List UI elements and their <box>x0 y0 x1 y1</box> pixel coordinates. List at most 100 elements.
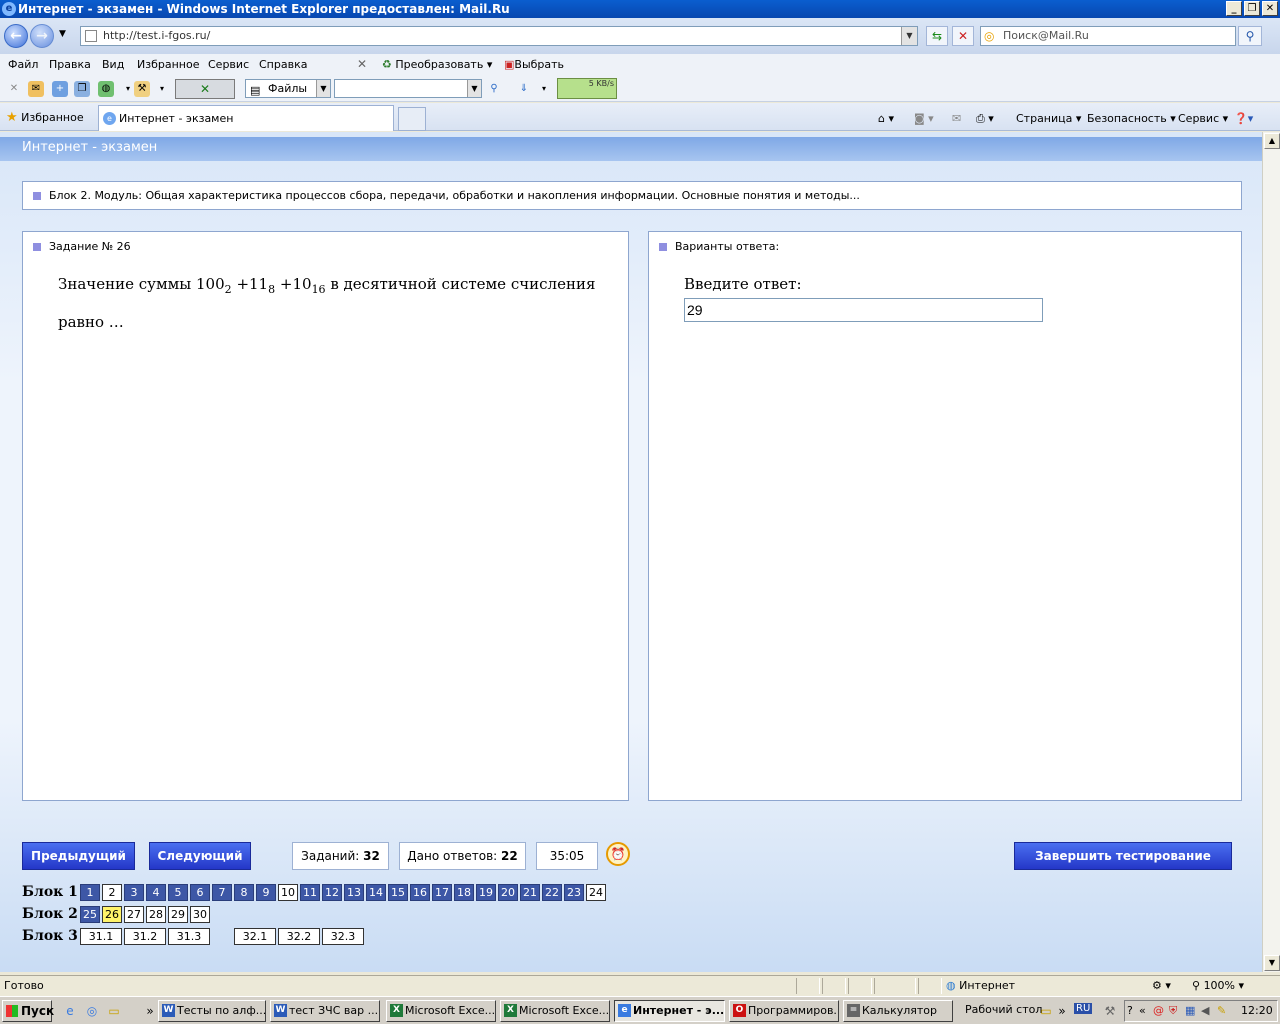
volume-icon[interactable]: ◀ <box>1201 1001 1209 1021</box>
add-icon[interactable]: + <box>52 81 68 97</box>
task-cell[interactable]: 16 <box>410 883 430 901</box>
stop-button[interactable]: ✕ <box>952 26 974 46</box>
task-cell[interactable]: 22 <box>542 883 562 901</box>
task-cell[interactable]: 32.1 <box>234 927 276 945</box>
task-cell[interactable]: 4 <box>146 883 166 901</box>
task-cell[interactable]: 23 <box>564 883 584 901</box>
task-cell[interactable]: 5 <box>168 883 188 901</box>
read-mail-icon[interactable]: ✉ <box>952 112 961 125</box>
search-button[interactable]: ⚲ <box>1238 26 1262 46</box>
task-cell[interactable]: 31.1 <box>80 927 122 945</box>
choose-button[interactable]: ▣Выбрать <box>504 58 564 71</box>
tray-expand-icon[interactable]: « <box>1139 1001 1146 1021</box>
vertical-scrollbar[interactable]: ▲ ▼ <box>1262 132 1280 972</box>
dropdown-icon[interactable]: ▾ <box>536 81 552 97</box>
task-cell[interactable]: 8 <box>234 883 254 901</box>
next-button[interactable]: Следующий <box>149 842 251 870</box>
convert-button[interactable]: ♻ Преобразовать ▾ <box>382 58 492 71</box>
forward-button[interactable]: → <box>30 24 54 48</box>
feeds-icon[interactable]: ◙ ▾ <box>914 112 934 125</box>
tools-icon[interactable]: ⚒ <box>134 81 150 97</box>
antivirus-icon[interactable]: ⛨ <box>1169 1001 1177 1021</box>
task-cell[interactable]: 9 <box>256 883 276 901</box>
tools-menu[interactable]: Сервис ▾ <box>1178 112 1228 125</box>
refresh-button[interactable]: ⇆ <box>926 26 948 46</box>
finish-test-button[interactable]: Завершить тестирование <box>1014 842 1232 870</box>
answer-input[interactable] <box>684 298 1043 322</box>
scroll-down-icon[interactable]: ▼ <box>1264 955 1280 971</box>
menu-edit[interactable]: Правка <box>49 58 91 71</box>
quicklaunch-folder-icon[interactable]: ▭ <box>106 1003 122 1019</box>
task-cell[interactable]: 13 <box>344 883 364 901</box>
previous-button[interactable]: Предыдущий <box>22 842 135 870</box>
task-cell[interactable]: 32.2 <box>278 927 320 945</box>
zoom-control[interactable]: ⚲ 100% ▾ <box>1192 976 1244 995</box>
start-button[interactable]: Пуск <box>2 1000 54 1022</box>
close-toolbar-icon[interactable]: ✕ <box>357 57 367 71</box>
download-icon[interactable]: ⇓ <box>516 81 532 97</box>
menu-file[interactable]: Файл <box>8 58 38 71</box>
task-cell[interactable]: 26 <box>102 905 122 923</box>
quicklaunch-more-icon[interactable]: » <box>142 1003 158 1019</box>
taskbar-button[interactable]: = Калькулятор <box>843 1000 953 1022</box>
print-icon[interactable]: ⎙ ▾ <box>976 112 994 126</box>
page-menu[interactable]: Страница ▾ <box>1016 112 1081 125</box>
task-cell[interactable]: 27 <box>124 905 144 923</box>
quicklaunch-browser-icon[interactable]: ◎ <box>84 1003 100 1019</box>
new-tab-button[interactable] <box>398 107 426 131</box>
task-cell[interactable]: 17 <box>432 883 452 901</box>
search-input[interactable]: ◎ Поиск@Mail.Ru <box>980 26 1236 46</box>
menu-tools[interactable]: Сервис <box>208 58 249 71</box>
query-dropdown[interactable]: ▼ <box>334 79 482 98</box>
globe-icon[interactable]: ◍ <box>98 81 114 97</box>
address-bar[interactable]: http://test.i-fgos.ru/ ▼ <box>80 26 918 46</box>
safety-menu[interactable]: Безопасность ▾ <box>1087 112 1176 125</box>
task-cell[interactable]: 11 <box>300 883 320 901</box>
task-cell[interactable]: 19 <box>476 883 496 901</box>
history-dropdown-icon[interactable]: ▼ <box>59 29 66 39</box>
task-cell[interactable]: 24 <box>586 883 606 901</box>
task-cell[interactable]: 31.3 <box>168 927 210 945</box>
task-cell[interactable]: 25 <box>80 905 100 923</box>
taskbar-button[interactable]: X Microsoft Exce... <box>386 1000 496 1022</box>
network-icon[interactable]: ▦ <box>1185 1001 1195 1021</box>
restore-button[interactable]: ❐ <box>1244 1 1260 16</box>
desktop-folder-icon[interactable]: ▭ <box>1038 1003 1054 1019</box>
task-cell[interactable]: 21 <box>520 883 540 901</box>
taskbar-button[interactable]: e Интернет - э... <box>614 1000 725 1022</box>
task-cell[interactable]: 6 <box>190 883 210 901</box>
search-icon[interactable]: ⚲ <box>486 81 502 97</box>
menu-favorites[interactable]: Избранное <box>137 58 199 71</box>
mail-icon[interactable]: ✉ <box>28 81 44 97</box>
taskbar-button[interactable]: X Microsoft Exce... <box>500 1000 610 1022</box>
task-cell[interactable]: 31.2 <box>124 927 166 945</box>
cancel-download-button[interactable]: ✕ <box>175 79 235 99</box>
task-cell[interactable]: 32.3 <box>322 927 364 945</box>
taskbar-button[interactable]: Wтест ЗЧС вар ... <box>270 1000 380 1022</box>
favorites-button[interactable]: ★ Избранное <box>6 110 84 125</box>
home-icon[interactable]: ⌂ ▾ <box>878 112 894 125</box>
more-icon[interactable]: » <box>1054 1003 1070 1019</box>
task-cell[interactable]: 29 <box>168 905 188 923</box>
task-cell[interactable]: 14 <box>366 883 386 901</box>
tab-active[interactable]: e Интернет - экзамен <box>98 105 394 131</box>
protected-mode-icon[interactable]: ⚙ ▾ <box>1152 976 1171 995</box>
close-button[interactable]: ✕ <box>1262 1 1278 16</box>
task-cell[interactable]: 20 <box>498 883 518 901</box>
task-cell[interactable]: 28 <box>146 905 166 923</box>
tools-tray-icon[interactable]: ⚒ <box>1102 1003 1118 1019</box>
files-dropdown[interactable]: ▤ Файлы ▼ <box>245 79 331 98</box>
task-cell[interactable]: 1 <box>80 883 100 901</box>
dropdown-icon[interactable]: ▾ <box>154 81 170 97</box>
task-cell[interactable]: 3 <box>124 883 144 901</box>
taskbar-button[interactable]: O Программиров... <box>729 1000 839 1022</box>
help-icon[interactable]: ❓▾ <box>1234 112 1253 125</box>
close-icon[interactable]: ✕ <box>6 81 22 97</box>
clock[interactable]: 12:20 <box>1241 1001 1273 1021</box>
task-cell[interactable]: 12 <box>322 883 342 901</box>
menu-help[interactable]: Справка <box>259 58 307 71</box>
task-cell[interactable]: 7 <box>212 883 232 901</box>
tray-tool-icon[interactable]: ✎ <box>1217 1001 1226 1021</box>
taskbar-button[interactable]: W Тесты по алф... <box>158 1000 266 1022</box>
task-cell[interactable]: 2 <box>102 883 122 901</box>
